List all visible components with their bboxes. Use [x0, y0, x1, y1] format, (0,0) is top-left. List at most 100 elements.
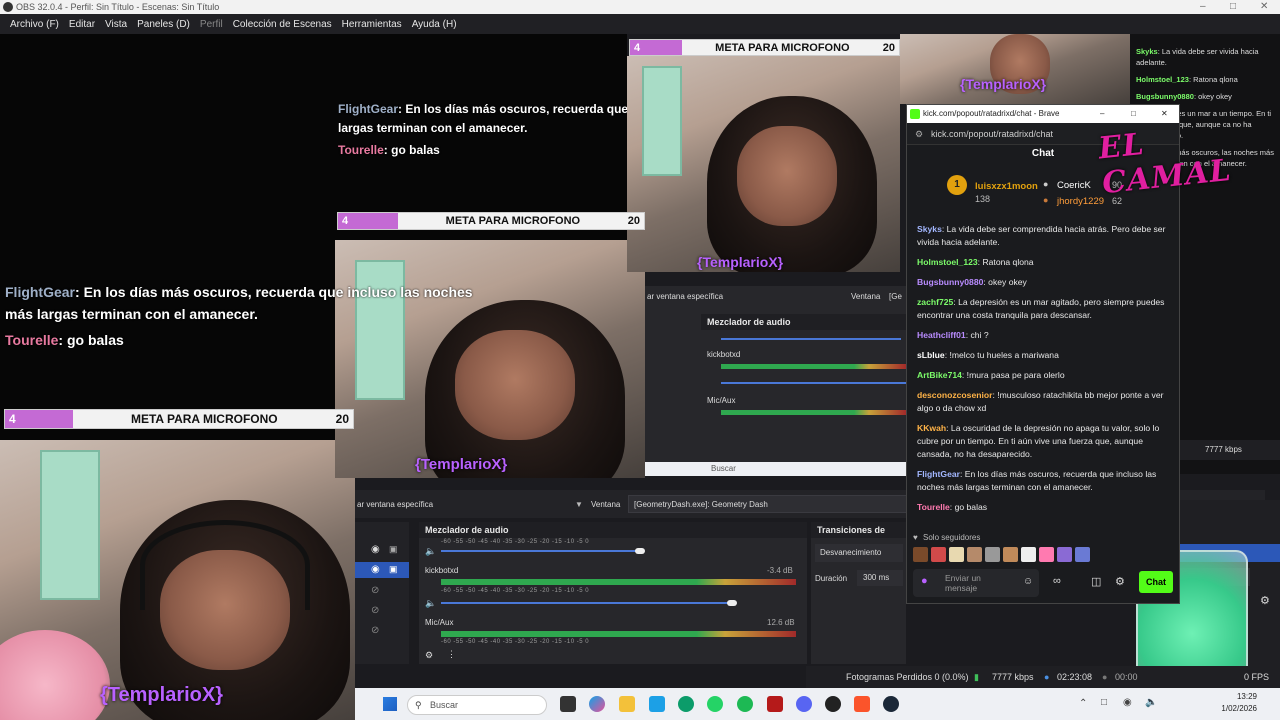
chat-text: : Ratona qlona [977, 257, 1034, 267]
eye-icon[interactable]: ◉ [371, 564, 380, 575]
overlay-chat-text: : En los días más oscuros, recuerda que … [5, 284, 473, 322]
mic-icon[interactable]: ● [921, 575, 928, 587]
webcam-feed-tiny: {TemplarioX} [900, 34, 1130, 104]
more-icon[interactable]: ⋮ [447, 649, 456, 660]
emote-icon[interactable] [949, 547, 964, 562]
chat-username[interactable]: sLblue [917, 350, 945, 360]
whatsapp-icon[interactable] [707, 696, 723, 712]
window-select[interactable]: [GeometryDash.exe]: Geometry Dash [628, 495, 908, 513]
obs-status-bar: Fotogramas Perdidos 0 (0.0%) ▮ 7777 kbps… [806, 666, 1280, 688]
menu-editar[interactable]: Editar [64, 19, 100, 30]
chat-text: : La vida debe ser comprendida hacia atr… [917, 224, 1166, 247]
menu-perfil[interactable]: Perfil [195, 19, 228, 30]
maximize-icon[interactable]: □ [1230, 0, 1236, 14]
filezilla-icon[interactable] [767, 696, 783, 712]
window-title: OBS 32.0.4 - Perfil: Sin Título - Escena… [16, 2, 220, 12]
volume-icon[interactable]: 🔈 [1145, 697, 1157, 708]
brave-icon[interactable] [854, 696, 870, 712]
site-info-icon[interactable]: ⚙ [915, 123, 923, 145]
chat-send-button[interactable]: Chat [1139, 571, 1173, 593]
volume-knob[interactable] [727, 600, 737, 606]
chat-input[interactable]: ● Enviar un mensaje ☺ [913, 569, 1039, 597]
volume-knob[interactable] [635, 548, 645, 554]
close-icon[interactable]: ✕ [1260, 0, 1268, 14]
emoji-icon[interactable]: ☺ [1023, 576, 1033, 587]
menu-herramientas[interactable]: Herramientas [337, 19, 407, 30]
capture-label: ar ventana específica [357, 500, 434, 509]
network-icon[interactable]: ◉ [1123, 697, 1132, 708]
speaker-icon[interactable]: 🔈 [425, 546, 436, 557]
chat-username[interactable]: FlightGear [917, 469, 960, 479]
store-icon[interactable] [649, 696, 665, 712]
tray-app-icon[interactable]: □ [1101, 697, 1107, 708]
transition-select[interactable]: Desvanecimiento [815, 544, 903, 562]
hidden-eye-icon[interactable]: ⊘ [371, 585, 379, 596]
emote-icon[interactable] [1039, 547, 1054, 562]
maximize-icon[interactable]: □ [1131, 105, 1136, 123]
discord-icon[interactable] [796, 696, 812, 712]
emote-icon[interactable] [931, 547, 946, 562]
store-icon[interactable]: ◫ [1091, 575, 1101, 588]
emote-icon[interactable] [967, 547, 982, 562]
lock-icon[interactable]: ▣ [389, 564, 398, 575]
minimize-icon[interactable]: – [1100, 105, 1104, 123]
emote-icon[interactable] [1003, 547, 1018, 562]
volume-slider[interactable] [441, 550, 641, 552]
chat-username[interactable]: Skyks [917, 224, 942, 234]
menu-ayuda[interactable]: Ayuda (H) [407, 19, 462, 30]
clock-date[interactable]: 1/02/2026 [1215, 704, 1257, 713]
overlay-chat-left: FlightGear: En los días más oscuros, rec… [5, 281, 495, 351]
edge-icon[interactable] [678, 696, 694, 712]
taskbar-search[interactable]: ⚲ Buscar [407, 695, 547, 715]
speaker-icon[interactable]: 🔈 [425, 598, 436, 609]
obs-logo-icon [3, 2, 13, 12]
volume-slider[interactable] [441, 602, 731, 604]
duration-label: Duración [815, 574, 848, 583]
tray-chevron-icon[interactable]: ⌃ [1079, 698, 1087, 709]
chat-username[interactable]: zachf725 [917, 297, 953, 307]
copilot-icon[interactable] [589, 696, 605, 712]
file-explorer-icon[interactable] [619, 696, 635, 712]
hidden-eye-icon[interactable]: ⊘ [371, 625, 379, 636]
close-icon[interactable]: ✕ [1161, 105, 1168, 123]
settings-gear-icon[interactable]: ⚙ [1260, 594, 1270, 607]
volume-slider[interactable] [721, 382, 906, 384]
eye-icon[interactable]: ◉ [371, 544, 380, 555]
chat-username[interactable]: Tourelle [917, 502, 950, 512]
overlay-chat-text: : go balas [58, 332, 124, 348]
emote-icon[interactable] [1057, 547, 1072, 562]
clock-time[interactable]: 13:29 [1215, 692, 1257, 701]
windows-start-icon[interactable] [383, 697, 397, 711]
share-icon[interactable]: ∞ [1053, 575, 1061, 587]
steam-icon[interactable] [883, 696, 899, 712]
menu-vista[interactable]: Vista [100, 19, 132, 30]
chat-username[interactable]: Heathcliff01 [917, 330, 966, 340]
chat-username[interactable]: KKwah [917, 423, 946, 433]
taskview-icon[interactable] [560, 696, 576, 712]
track-db: 12.6 dB [767, 618, 795, 627]
dropdown-icon[interactable]: ▼ [575, 500, 583, 509]
emote-icon[interactable] [1075, 547, 1090, 562]
chat-username[interactable]: ArtBike714 [917, 370, 962, 380]
emote-icon[interactable] [985, 547, 1000, 562]
chat-username[interactable]: desconozcosenior [917, 390, 992, 400]
emote-icon[interactable] [913, 547, 928, 562]
obs-title-bar: OBS 32.0.4 - Perfil: Sin Título - Escena… [0, 0, 1280, 14]
chat-username[interactable]: Bugsbunny0880 [917, 277, 983, 287]
lock-icon[interactable]: ▣ [389, 544, 398, 555]
volume-slider[interactable] [721, 338, 901, 340]
menu-paneles[interactable]: Paneles (D) [132, 19, 195, 30]
spotify-icon[interactable] [737, 696, 753, 712]
settings-icon[interactable]: ⚙ [1115, 575, 1125, 588]
chat-username[interactable]: Holmstoel_123 [917, 257, 978, 267]
minimize-icon[interactable]: – [1200, 0, 1206, 14]
menu-archivo[interactable]: Archivo (F) [5, 19, 64, 30]
duration-input[interactable]: 300 ms [857, 570, 903, 586]
mini-status: 7777 kbps [1180, 440, 1280, 460]
hidden-eye-icon[interactable]: ⊘ [371, 605, 379, 616]
obs-icon[interactable] [825, 696, 841, 712]
selected-source-row[interactable] [355, 562, 409, 578]
gear-icon[interactable]: ⚙ [425, 650, 433, 661]
menu-coleccion[interactable]: Colección de Escenas [228, 19, 337, 30]
emote-icon[interactable] [1021, 547, 1036, 562]
